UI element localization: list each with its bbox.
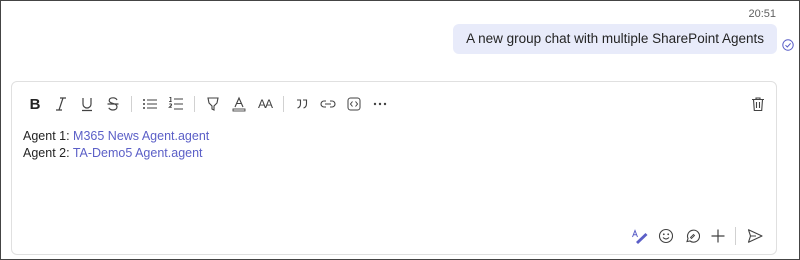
agent-line: Agent 1: M365 News Agent.agent [23,128,209,145]
agent-label: Agent 2: [23,146,73,160]
format-icon [632,229,648,244]
agent-label: Agent 1: [23,129,74,143]
sent-check-icon [782,39,794,51]
code-snippet-button[interactable] [341,94,367,114]
toolbar-divider [735,227,736,245]
attach-button[interactable] [705,226,731,246]
emoji-button[interactable] [653,226,679,246]
italic-icon [56,97,66,111]
message-bubble[interactable]: A new group chat with multiple SharePoin… [453,24,777,54]
message-composer[interactable]: B AA Agent 1: M365 News Agent.agent Agen… [11,81,777,255]
loop-icon [686,229,700,243]
underline-icon [82,98,92,112]
send-icon [747,229,763,243]
agent-line: Agent 2: TA-Demo5 Agent.agent [23,145,209,162]
quote-button[interactable] [289,94,315,114]
strikethrough-button[interactable] [100,94,126,114]
bulleted-list-button[interactable] [137,94,163,114]
italic-button[interactable] [48,94,74,114]
loop-button[interactable] [679,226,705,246]
font-color-button[interactable] [226,94,252,114]
trash-icon [752,97,764,112]
more-options-icon [373,102,387,106]
link-icon [320,100,336,108]
bold-icon: B [29,95,41,113]
font-size-icon: AA [257,97,273,111]
discard-button[interactable] [748,94,768,114]
send-button[interactable] [742,226,768,246]
code-snippet-icon [347,97,361,111]
agent-mention-link[interactable]: M365 News Agent.agent [73,129,209,143]
link-button[interactable] [315,94,341,114]
format-button[interactable] [627,226,653,246]
bulleted-list-icon [143,99,157,109]
format-toolbar: B AA [22,94,393,114]
underline-button[interactable] [74,94,100,114]
toolbar-divider [194,96,195,112]
attach-plus-icon [711,229,725,243]
agent-mention-link[interactable]: TA-Demo5 Agent.agent [73,146,203,160]
numbered-list-button[interactable] [163,94,189,114]
composer-actions [627,226,768,246]
quote-icon [297,99,308,109]
toolbar-divider [283,96,284,112]
message-timestamp: 20:51 [748,8,776,20]
more-options-button[interactable] [367,94,393,114]
highlight-icon [207,97,219,111]
font-size-button[interactable]: AA [252,94,278,114]
composer-text[interactable]: Agent 1: M365 News Agent.agent Agent 2: … [23,128,209,162]
toolbar-divider [131,96,132,112]
strikethrough-icon [107,97,119,111]
highlight-button[interactable] [200,94,226,114]
emoji-icon [658,228,674,244]
bold-button[interactable]: B [22,94,48,114]
numbered-list-icon [168,97,183,110]
font-color-icon [232,96,246,112]
